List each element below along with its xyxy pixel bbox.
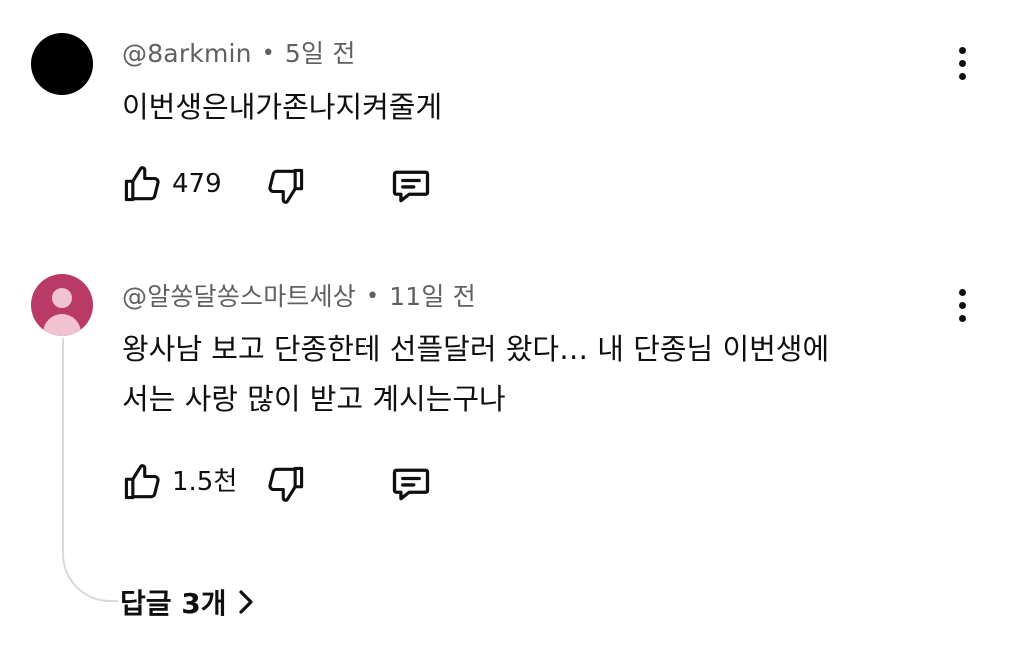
dislike-button[interactable] xyxy=(264,462,308,506)
comment-text: 왕사남 보고 단종한테 선플달러 왔다… 내 단종님 이번생에 서는 사랑 많이… xyxy=(122,324,829,424)
meta-separator: • xyxy=(366,284,380,309)
like-button[interactable] xyxy=(120,162,164,206)
comment-author[interactable]: @8arkmin xyxy=(122,39,252,68)
comment-text: 이번생은내가존나지켜줄게 xyxy=(122,82,442,132)
comment-author[interactable]: @알쏭달쏭스마트세상 xyxy=(122,282,356,311)
like-count: 479 xyxy=(172,169,222,199)
comment-text-line: 이번생은내가존나지켜줄게 xyxy=(122,90,443,124)
like-count: 1.5천 xyxy=(172,467,238,497)
meta-separator: • xyxy=(261,41,275,66)
reply-button[interactable] xyxy=(388,462,434,506)
replies-label: 답글 3개 xyxy=(120,587,227,620)
reply-comment-icon xyxy=(392,170,430,203)
comment-meta: @8arkmin • 5일 전 xyxy=(122,34,356,70)
comment-text-line: 왕사남 보고 단종한테 선플달러 왔다… 내 단종님 이번생에 xyxy=(122,332,830,366)
comment-meta: @알쏭달쏭스마트세상 • 11일 전 xyxy=(122,277,476,313)
thumbs-up-icon xyxy=(124,464,160,500)
more-vert-icon[interactable] xyxy=(946,44,980,84)
view-replies-button[interactable]: 답글 3개 xyxy=(120,582,255,626)
thumbs-down-icon xyxy=(268,466,304,502)
thumbs-up-icon xyxy=(124,166,160,202)
thumbs-down-icon xyxy=(268,168,304,204)
reply-comment-icon xyxy=(392,468,430,501)
more-vert-icon[interactable] xyxy=(946,286,980,326)
comment-time: 11일 전 xyxy=(389,282,476,311)
default-user-avatar-icon[interactable] xyxy=(31,274,93,336)
avatar[interactable] xyxy=(31,33,93,95)
like-button[interactable] xyxy=(120,460,164,504)
comment-text-line: 서는 사랑 많이 받고 계시는구나 xyxy=(122,382,506,416)
chevron-right-icon xyxy=(237,589,255,615)
comment-actions: 479 xyxy=(120,162,460,206)
thread-connector-line xyxy=(62,338,118,602)
comment-actions: 1.5천 xyxy=(120,460,460,504)
reply-button[interactable] xyxy=(388,164,434,208)
comment-time: 5일 전 xyxy=(284,39,356,68)
dislike-button[interactable] xyxy=(264,164,308,208)
